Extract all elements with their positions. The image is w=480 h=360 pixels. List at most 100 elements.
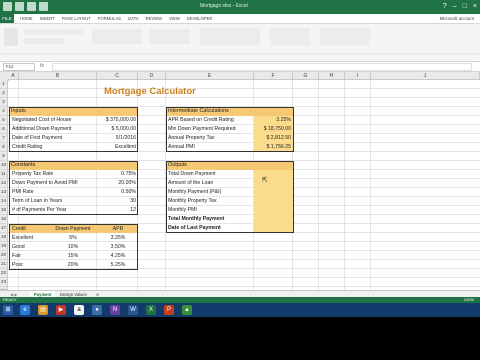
constant-label-pmi-rate[interactable]: PMI Rate [12,189,34,195]
row-header[interactable]: 22 [0,269,8,278]
input-label-cost[interactable]: Negotiated Cost of House [12,117,71,123]
amazon-icon[interactable]: a [74,305,84,315]
tab-home[interactable]: HOME [20,14,33,23]
column-header-b[interactable]: B [19,72,97,80]
column-header-c[interactable]: C [97,72,138,80]
credit-row-2-rating[interactable]: Good [12,244,25,250]
credit-row-2-apr[interactable]: 3.50% [100,244,136,250]
row-header[interactable]: 8 [0,143,8,152]
minimize-icon[interactable]: – [453,2,457,11]
row-header[interactable]: 6 [0,125,8,134]
credit-row-4-rating[interactable]: Poor [12,262,23,268]
output-label-last-payment[interactable]: Date of Last Payment [168,225,221,231]
row-header[interactable]: 9 [0,152,8,161]
tab-review[interactable]: REVIEW [146,14,163,23]
column-header-d[interactable]: D [138,72,166,80]
tab-view[interactable]: VIEW [169,14,180,23]
tab-data[interactable]: DATA [128,14,139,23]
row-header[interactable]: 7 [0,134,8,143]
undo-icon[interactable] [27,2,36,11]
column-header-f[interactable]: F [254,72,293,80]
help-icon[interactable]: ? [443,2,447,11]
row-header[interactable]: 5 [0,116,8,125]
credit-row-2-down[interactable]: 10% [48,244,98,250]
close-icon[interactable]: × [473,2,477,11]
output-label-total-down[interactable]: Total Down Payment [168,171,216,177]
constant-label-tax-rate[interactable]: Property Tax Rate [12,171,53,177]
column-header-g[interactable]: G [293,72,319,80]
sheet-title[interactable]: Mortgage Calculator [104,86,196,97]
account-name[interactable]: Microsoft account [440,14,474,23]
credit-row-3-rating[interactable]: Fair [12,253,21,259]
powerpoint-icon[interactable]: P [164,305,174,315]
constant-value-term[interactable]: 30 [97,198,136,204]
output-label-monthly-tax[interactable]: Monthly Property Tax [168,198,217,204]
credit-row-4-apr[interactable]: 5.25% [100,262,136,268]
credit-row-1-apr[interactable]: 3.25% [100,235,136,241]
row-header[interactable]: 16 [0,215,8,224]
input-value-additional-down[interactable]: $ 5,000.00 [97,126,136,132]
fx-icon[interactable]: fx [40,63,44,69]
word-icon[interactable]: W [128,305,138,315]
input-value-first-payment[interactable]: 5/1/2016 [97,135,136,141]
name-box[interactable]: F12 [3,63,35,71]
formula-input[interactable] [52,63,472,71]
start-icon[interactable]: ⊞ [3,305,13,315]
intermediate-label-pmi[interactable]: Annual PMI [168,144,195,150]
excel-icon[interactable]: X [146,305,156,315]
maximize-icon[interactable]: □ [463,2,467,11]
row-header[interactable]: 18 [0,233,8,242]
credit-row-3-down[interactable]: 15% [48,253,98,259]
ie-icon[interactable]: e [20,305,30,315]
row-header[interactable]: 3 [0,98,8,107]
input-label-first-payment[interactable]: Date of First Payment [12,135,62,141]
column-header-h[interactable]: H [319,72,345,80]
row-header[interactable]: 2 [0,89,8,98]
tab-developer[interactable]: DEVELOPER [187,14,213,23]
row-header[interactable]: 19 [0,242,8,251]
output-label-monthly-pmi[interactable]: Monthly PMI [168,207,197,213]
constant-value-down-pmi[interactable]: 20.00% [97,180,136,186]
row-header[interactable]: 20 [0,251,8,260]
row-header[interactable]: 23 [0,278,8,287]
constant-label-payments-per-year[interactable]: # of Payments Per Year [12,207,67,213]
row-header[interactable]: 17 [0,224,8,233]
credit-row-1-rating[interactable]: Excellent [12,235,33,241]
redo-icon[interactable] [39,2,48,11]
constant-value-tax-rate[interactable]: 0.75% [97,171,136,177]
input-value-credit-rating[interactable]: Excellent [97,144,136,150]
column-header-e[interactable]: E [166,72,254,80]
row-header[interactable]: 10 [0,161,8,170]
column-header-a[interactable]: A [8,72,19,80]
constant-label-term[interactable]: Term of Loan in Years [12,198,62,204]
constant-value-payments-per-year[interactable]: 12 [97,207,136,213]
constant-label-down-pmi[interactable]: Down Payment to Avoid PMI [12,180,78,186]
input-label-credit-rating[interactable]: Credit Rating [12,144,42,150]
tab-insert[interactable]: INSERT [40,14,55,23]
row-header[interactable]: 1 [0,80,8,89]
column-header-i[interactable]: I [345,72,371,80]
input-label-additional-down[interactable]: Additional Down Payment [12,126,71,132]
tab-formulas[interactable]: FORMULAS [98,14,121,23]
file-tab[interactable]: FILE [0,14,14,23]
output-label-loan-amount[interactable]: Amount of the Loan [168,180,213,186]
intermediate-value-apr[interactable]: 3.25% [254,117,291,123]
credit-row-1-down[interactable]: 5% [48,235,98,241]
intermediate-label-min-down[interactable]: Min Down Payment Required [168,126,235,132]
intermediate-label-apr[interactable]: APR Based on Credit Rating [168,117,234,123]
output-label-total-monthly[interactable]: Total Monthly Payment [168,216,224,222]
credit-row-4-down[interactable]: 20% [48,262,98,268]
explorer-icon[interactable]: ▤ [38,305,48,315]
row-header[interactable]: 12 [0,179,8,188]
media-icon[interactable]: ▶ [56,305,66,315]
tab-page-layout[interactable]: PAGE LAYOUT [62,14,91,23]
app-icon[interactable]: ▲ [182,305,192,315]
credit-row-3-apr[interactable]: 4.25% [100,253,136,259]
output-label-monthly-pi[interactable]: Monthly Payment (P&I) [168,189,221,195]
row-header[interactable]: 15 [0,206,8,215]
save-icon[interactable] [15,2,24,11]
row-header[interactable]: 11 [0,170,8,179]
onenote-icon[interactable]: N [110,305,120,315]
row-header[interactable]: 13 [0,188,8,197]
input-value-cost[interactable]: $ 375,000.00 [97,117,136,123]
